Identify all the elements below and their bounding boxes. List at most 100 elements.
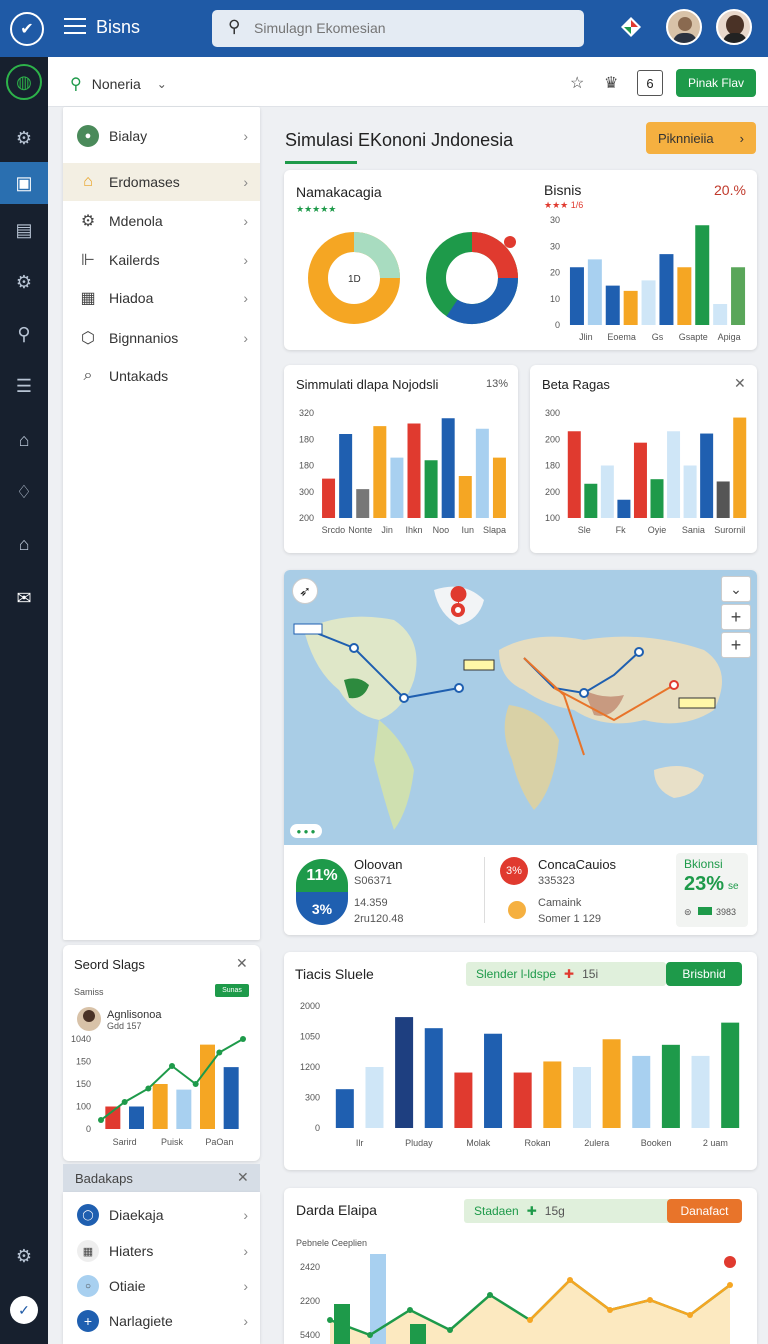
stat1-pct-top: 11% (296, 859, 348, 892)
tiacis-bar-chart: 0 300 1200 1050 2000 Ilr Pluday Molak Rokan 2uler… (300, 1001, 740, 1148)
sidebar-item-erdomases[interactable]: ⌂ Erdomases › (63, 163, 260, 201)
map-layer-dots[interactable]: ● ● ● (290, 824, 322, 838)
page-action-button[interactable]: Piknnieiia › (646, 122, 756, 154)
sidebar-item-label: Mdenola (109, 213, 163, 229)
bookmark-icon[interactable]: ⌂ (10, 426, 38, 454)
gear-icon[interactable]: ⚙ (10, 268, 38, 296)
star-icon[interactable]: ☆ (570, 73, 584, 93)
tiacis-filter-label: Slender l-ldspe (476, 967, 557, 981)
chevron-right-icon: › (243, 1243, 248, 1259)
world-map[interactable] (284, 570, 757, 845)
bar (584, 483, 598, 518)
trend-point (240, 1036, 246, 1042)
bell-icon[interactable]: ♢ (10, 478, 38, 506)
y-tick-label: 150 (76, 1057, 91, 1067)
chart-icon: ⊩ (81, 252, 95, 269)
bar (617, 499, 631, 518)
bar (441, 418, 455, 518)
bar (716, 481, 730, 518)
stat2-line2: Camaink (538, 897, 582, 909)
darda-filter-value: 15g (544, 1204, 565, 1218)
y-tick-label: 320 (299, 408, 314, 418)
close-icon[interactable]: ✕ (734, 375, 746, 392)
document-icon[interactable]: ▤ (10, 216, 38, 244)
tiacis-button[interactable]: Brisbnid (666, 962, 742, 986)
y-tick-label: 1040 (71, 1034, 91, 1044)
sidebar-item-label: Bialay (109, 128, 148, 144)
mail-icon[interactable]: ✉ (10, 584, 38, 612)
user-avatar-1[interactable] (666, 9, 702, 45)
primary-action-button[interactable]: Pinak Flav (676, 69, 756, 97)
bottom-settings-icon[interactable]: ⚙ (10, 1242, 38, 1270)
darda-button[interactable]: Danafact (667, 1199, 742, 1223)
badakaps-item-1[interactable]: ◯ Diaekaja › (63, 1196, 260, 1234)
trophy-icon[interactable]: ♛ (604, 73, 618, 93)
map-collapse-button[interactable]: ⌄ (721, 576, 751, 602)
stat3-box: Bkionsi 23% se ⊜ 3983 (676, 853, 748, 927)
x-tick-label: Booken (641, 1138, 672, 1148)
globe-logo-icon[interactable]: ◍ (6, 64, 42, 100)
user-avatar-2[interactable] (716, 9, 752, 45)
badakaps-item-4[interactable]: + Narlagiete › (63, 1302, 260, 1340)
badakaps-item-label: Diaekaja (109, 1207, 164, 1223)
zoom-out-button[interactable]: + (721, 632, 751, 658)
bar (513, 1072, 532, 1128)
chevron-right-icon: › (243, 290, 248, 306)
sidebar-item-untakads[interactable]: ⌕ Untakads (63, 357, 260, 395)
home-icon[interactable]: ⌂ (10, 530, 38, 558)
region-dropdown[interactable]: ⚲ Noneria ⌄ (70, 72, 200, 96)
plus-icon: ✚ (564, 967, 575, 981)
list-icon[interactable]: ☰ (10, 372, 38, 400)
donut-chart-1: 1D (308, 232, 400, 324)
app-logo-icon[interactable]: ✔ (10, 12, 44, 46)
search-box[interactable]: ⚲ (212, 10, 584, 47)
y-tick-label: 180 (299, 461, 314, 471)
search-input[interactable] (254, 18, 554, 38)
count-badge[interactable]: 6 (637, 70, 663, 96)
flag-icon[interactable] (618, 14, 644, 40)
beta-title: Beta Ragas (542, 377, 610, 392)
key-icon[interactable]: ⚲ (10, 320, 38, 348)
darda-filter[interactable]: Stadaen ✚ 15g (464, 1199, 672, 1223)
chevron-right-icon: › (243, 174, 248, 190)
page-title: Simulasi EKononi Jndonesia (285, 130, 514, 150)
tiacis-title: Tiacis Sluele (295, 966, 374, 982)
trend-point (216, 1049, 223, 1056)
check-avatar-icon[interactable]: ✓ (10, 1296, 38, 1324)
sidebar-item-kailerds[interactable]: ⊩ Kailerds › (63, 241, 260, 279)
close-icon[interactable]: ✕ (237, 1169, 249, 1186)
beta-card: Beta Ragas ✕ 100 200 180 200 300 Sle Fk Oyie San… (530, 365, 757, 553)
badakaps-item-2[interactable]: ▦ Hiaters › (63, 1232, 260, 1270)
zoom-in-button[interactable]: + (721, 604, 751, 630)
x-tick-label: Iun (461, 525, 474, 535)
x-tick-label: Sle (578, 525, 591, 535)
badakaps-item-3[interactable]: ○ Otiaie › (63, 1267, 260, 1305)
chevron-right-icon: › (243, 1313, 248, 1329)
tiacis-filter-value: 15i (582, 967, 599, 981)
page-action-label: Piknnieiia (658, 130, 714, 146)
tiacis-filter[interactable]: Slender l-ldspe ✚ 15i (466, 962, 666, 986)
compass-icon[interactable]: ➶ (292, 578, 318, 604)
chevron-right-icon: › (243, 213, 248, 229)
settings-icon[interactable]: ⚙ (10, 124, 38, 152)
calendar-icon[interactable]: ▣ (0, 162, 48, 204)
donut1-label: 1D (348, 274, 361, 285)
sidebar-item-hiadoa[interactable]: ▦ Hiadoa › (63, 279, 260, 317)
trend-point (121, 1099, 128, 1105)
bar (713, 304, 728, 325)
bar (492, 457, 506, 518)
stat2-line3: Somer 1 129 (538, 913, 601, 925)
y-tick-label: 300 (299, 487, 314, 497)
y-tick-label: 30 (550, 215, 560, 225)
sidebar-item-bialay[interactable]: ● Bialay › (63, 117, 260, 155)
menu-icon[interactable] (64, 18, 86, 36)
simulasi-card: Simmulati dlapa Nojodsli 13% 200 300 180 18… (284, 365, 518, 553)
y-tick-label: 20 (550, 268, 560, 278)
sidebar-item-mdenola[interactable]: ⚙ Mdenola › (63, 202, 260, 240)
close-icon[interactable]: ✕ (236, 955, 248, 972)
x-tick-label: Fk (616, 525, 626, 535)
overview-card: Namakacagia ★★★★★ 1D Bisnis ★★★ 1/6 20.%… (284, 170, 757, 350)
sidebar-item-bignnanios[interactable]: ⬡ Bignnanios › (63, 319, 260, 357)
stat2-line1: 335323 (538, 875, 575, 887)
bar (600, 465, 614, 518)
